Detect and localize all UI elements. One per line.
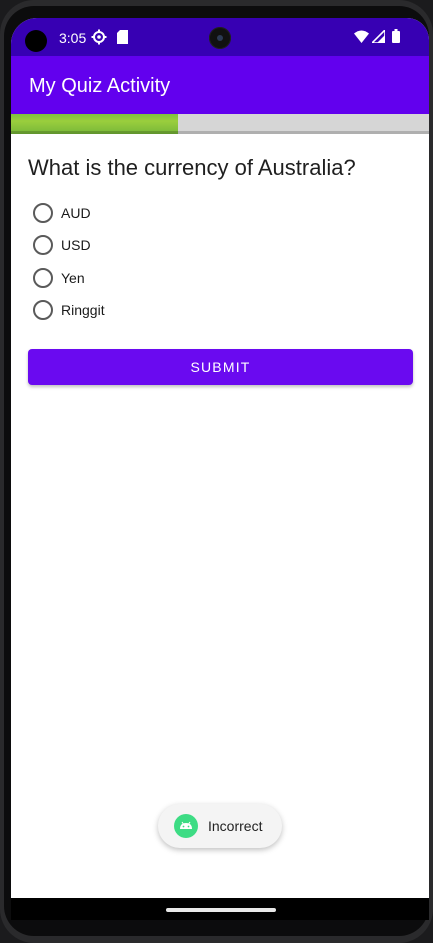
screen: 3:05 My Quiz Activity What is the curren…	[11, 18, 429, 920]
radio-button[interactable]	[33, 268, 53, 288]
toast: Incorrect	[158, 804, 282, 848]
progress-fill	[11, 114, 179, 134]
option-ringgit[interactable]: Ringgit	[33, 298, 193, 322]
option-label: AUD	[61, 205, 91, 221]
option-label: USD	[61, 237, 91, 253]
option-label: Yen	[61, 270, 85, 286]
signal-icon	[370, 28, 386, 48]
app-bar: My Quiz Activity	[11, 56, 429, 114]
radio-button[interactable]	[33, 203, 53, 223]
app-title: My Quiz Activity	[29, 75, 171, 97]
camera-icon	[209, 27, 231, 49]
option-usd[interactable]: USD	[33, 233, 193, 257]
home-gesture-handle[interactable]	[166, 908, 276, 912]
wifi-icon	[354, 30, 369, 48]
question-text: What is the currency of Australia?	[28, 155, 356, 180]
android-icon	[174, 814, 198, 838]
radio-button[interactable]	[33, 235, 53, 255]
submit-button[interactable]: SUBMIT	[28, 349, 413, 385]
quiz-progress-bar	[11, 114, 429, 134]
option-aud[interactable]: AUD	[33, 201, 193, 225]
status-bar: 3:05	[11, 18, 429, 56]
gear-icon	[91, 29, 107, 50]
front-camera-cutout	[25, 30, 47, 52]
radio-button[interactable]	[33, 300, 53, 320]
status-time: 3:05	[59, 30, 87, 46]
battery-icon	[392, 29, 400, 48]
option-label: Ringgit	[61, 302, 105, 318]
toast-message: Incorrect	[208, 818, 263, 834]
sim-card-icon	[117, 30, 128, 49]
navigation-bar	[11, 898, 429, 920]
option-yen[interactable]: Yen	[33, 266, 193, 290]
